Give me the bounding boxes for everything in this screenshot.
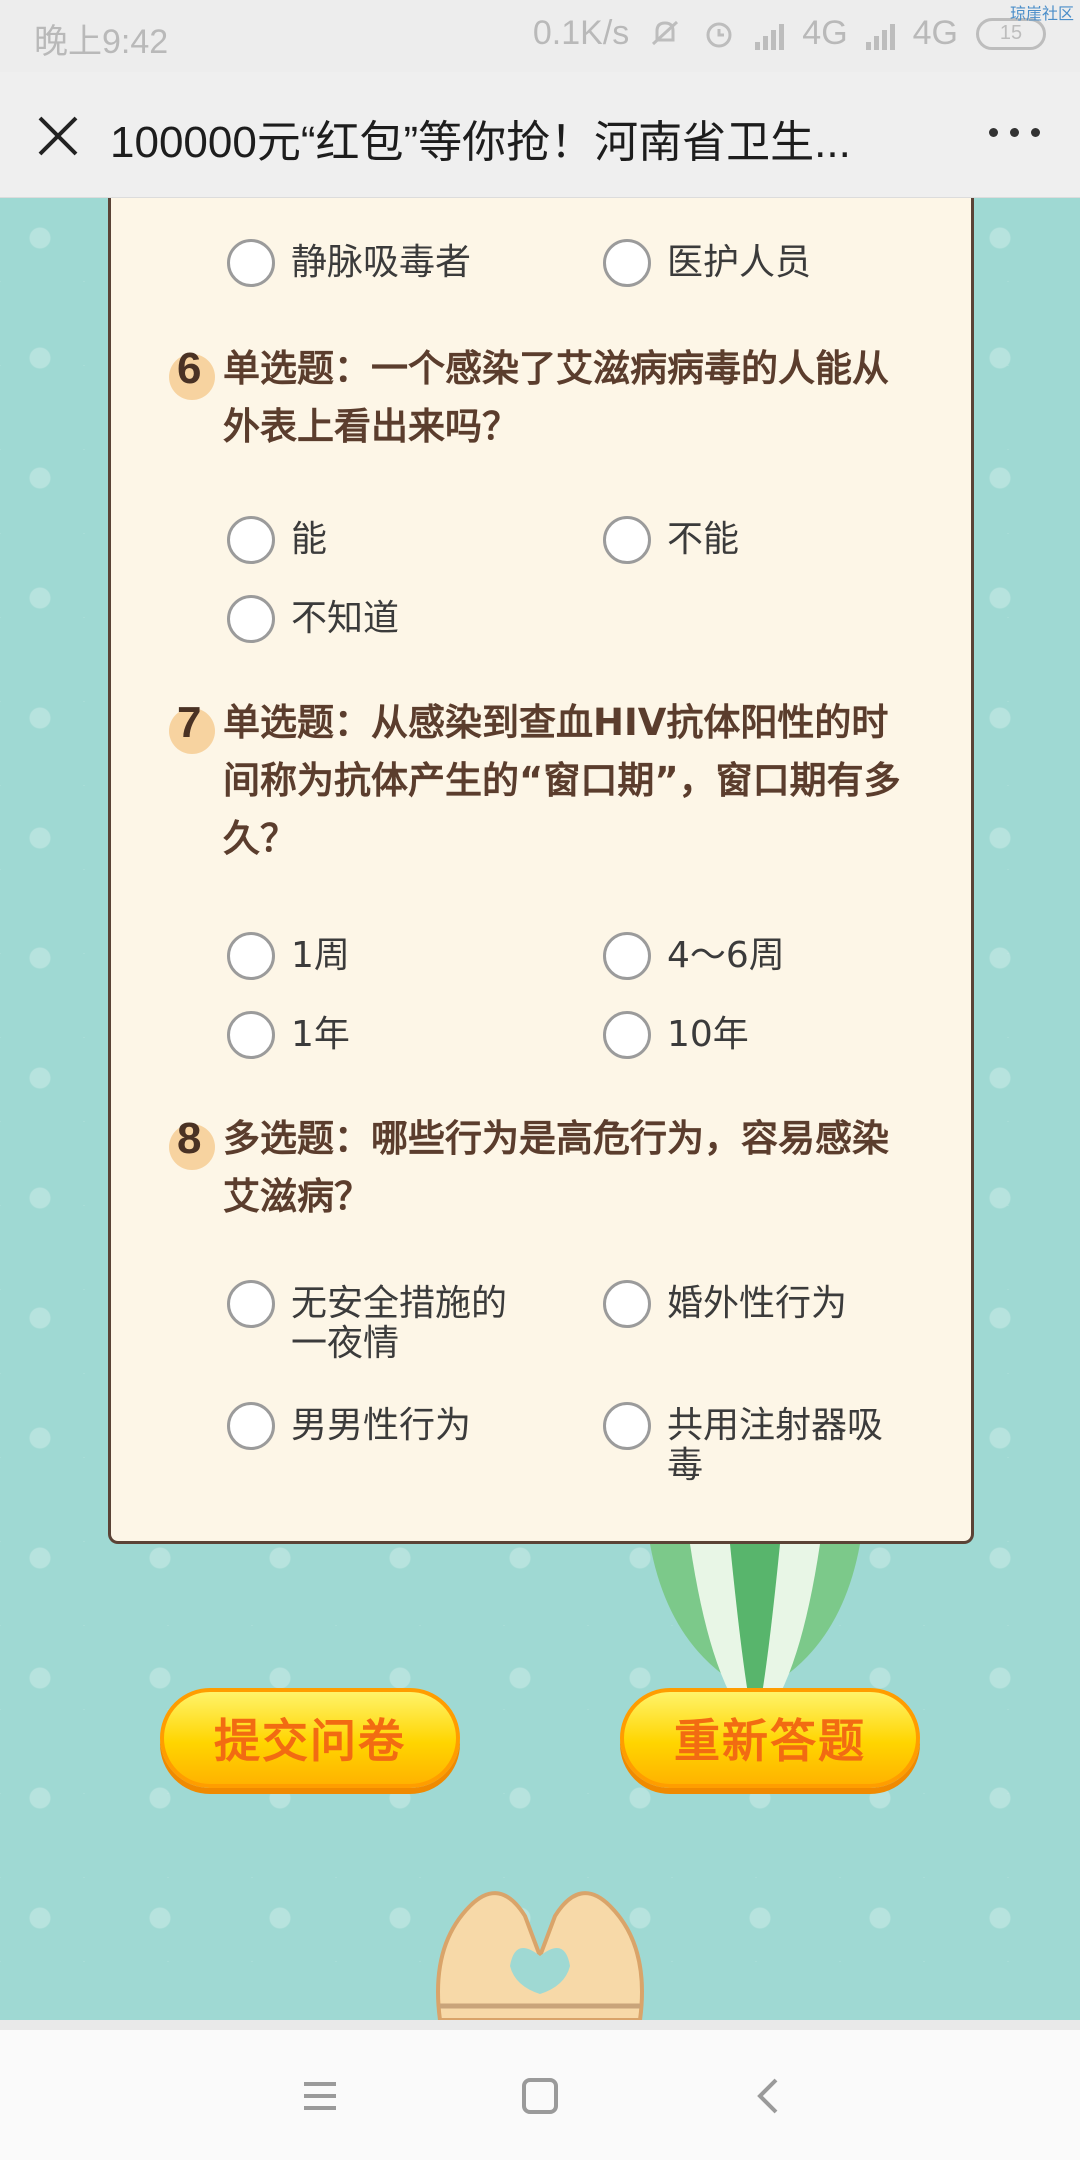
- radio-button[interactable]: [603, 932, 651, 980]
- option-label: 1年: [291, 1014, 350, 1055]
- network-speed: 0.1K/s: [532, 14, 630, 52]
- option-q6-2[interactable]: 不能: [603, 516, 927, 564]
- option-q8-1[interactable]: 无安全措施的一夜情: [227, 1280, 541, 1364]
- option-q8-4[interactable]: 共用注射器吸毒: [603, 1402, 917, 1486]
- radio-button[interactable]: [227, 932, 275, 980]
- alarm-icon: [706, 22, 732, 47]
- option-label: 静脉吸毒者: [291, 242, 472, 283]
- option-label: 医护人员: [667, 242, 812, 283]
- option-q8-3[interactable]: 男男性行为: [227, 1402, 551, 1450]
- option-q7-1[interactable]: 1周: [227, 932, 551, 980]
- option-q8-2[interactable]: 婚外性行为: [603, 1280, 927, 1328]
- radio-button[interactable]: [227, 595, 275, 643]
- screen: 晚上9:42 0.1K/s 4G 4G 15 琼崖社区 100000元“红包”等…: [0, 0, 1080, 2160]
- option-q6-3[interactable]: 不知道: [227, 595, 551, 643]
- option-q7-2[interactable]: 4～6周: [603, 932, 927, 980]
- option-label: 不知道: [291, 598, 400, 639]
- question-text: 多选题：哪些行为是高危行为，容易感染艾滋病？: [223, 1117, 889, 1218]
- question-number: 6: [169, 347, 215, 400]
- option-q5-1[interactable]: 静脉吸毒者: [227, 239, 551, 287]
- option-label: 共用注射器吸毒: [667, 1405, 884, 1486]
- radio-button[interactable]: [227, 239, 275, 287]
- radio-button[interactable]: [603, 516, 651, 564]
- close-icon[interactable]: [30, 108, 86, 164]
- question-text: 单选题：一个感染了艾滋病病毒的人能从外表上看出来吗？: [223, 347, 889, 448]
- option-label: 1周: [291, 935, 350, 976]
- option-label: 男男性行为: [291, 1405, 472, 1446]
- signal-hd-icon: [865, 18, 895, 50]
- option-q7-4[interactable]: 10年: [603, 1011, 927, 1059]
- signal-icon: [755, 18, 785, 50]
- option-q6-1[interactable]: 能: [227, 516, 551, 564]
- title-bar: 100000元“红包”等你抢！河南省卫生...: [0, 72, 1080, 198]
- option-q7-3[interactable]: 1年: [227, 1011, 551, 1059]
- restart-survey-button[interactable]: 重新答题: [620, 1688, 920, 1788]
- option-q5-2[interactable]: 医护人员: [603, 239, 927, 287]
- question-card: 静脉吸毒者 医护人员 6 单选题：一个感染了艾滋病病毒的人能从外表上看出来吗？ …: [108, 198, 974, 1544]
- network-type-2: 4G: [912, 14, 958, 52]
- option-label: 无安全措施的一夜情: [291, 1283, 508, 1364]
- battery-level: 15: [999, 22, 1023, 44]
- radio-button[interactable]: [227, 1011, 275, 1059]
- question-number: 8: [169, 1117, 215, 1170]
- question-text: 单选题：从感染到查血HIV抗体阳性的时间称为抗体产生的“窗口期”，窗口期有多久？: [223, 701, 901, 860]
- option-label: 10年: [667, 1014, 749, 1055]
- mute-bell-icon: [652, 20, 679, 45]
- survey-content[interactable]: 静脉吸毒者 医护人员 6 单选题：一个感染了艾滋病病毒的人能从外表上看出来吗？ …: [0, 198, 1080, 2020]
- radio-button[interactable]: [603, 1402, 651, 1450]
- network-type-1: 4G: [802, 14, 848, 52]
- watermark-tag: 琼崖社区: [1009, 6, 1074, 23]
- status-bar: 晚上9:42 0.1K/s 4G 4G 15 琼崖社区: [0, 0, 1080, 72]
- radio-button[interactable]: [603, 1011, 651, 1059]
- radio-button[interactable]: [227, 1402, 275, 1450]
- heart-hands-illustration: [436, 1891, 644, 2020]
- home-icon[interactable]: [516, 2072, 564, 2120]
- radio-button[interactable]: [603, 239, 651, 287]
- more-options-icon[interactable]: [989, 128, 1040, 137]
- system-navigation-bar: [0, 2030, 1080, 2160]
- radio-button[interactable]: [227, 516, 275, 564]
- status-time: 晚上9:42: [34, 23, 169, 61]
- page-title: 100000元“红包”等你抢！河南省卫生...: [110, 118, 851, 167]
- status-icons: 0.1K/s 4G 4G 15: [533, 14, 1046, 53]
- radio-button[interactable]: [603, 1280, 651, 1328]
- balloon-illustration: [650, 1544, 860, 1694]
- option-label: 4～6周: [667, 935, 785, 976]
- back-icon[interactable]: [744, 2072, 792, 2120]
- submit-survey-button[interactable]: 提交问卷: [160, 1688, 460, 1788]
- menu-icon[interactable]: [296, 2072, 344, 2120]
- radio-button[interactable]: [227, 1280, 275, 1328]
- option-label: 不能: [667, 519, 740, 560]
- option-label: 能: [291, 519, 328, 560]
- question-number: 7: [169, 701, 215, 754]
- option-label: 婚外性行为: [667, 1283, 848, 1324]
